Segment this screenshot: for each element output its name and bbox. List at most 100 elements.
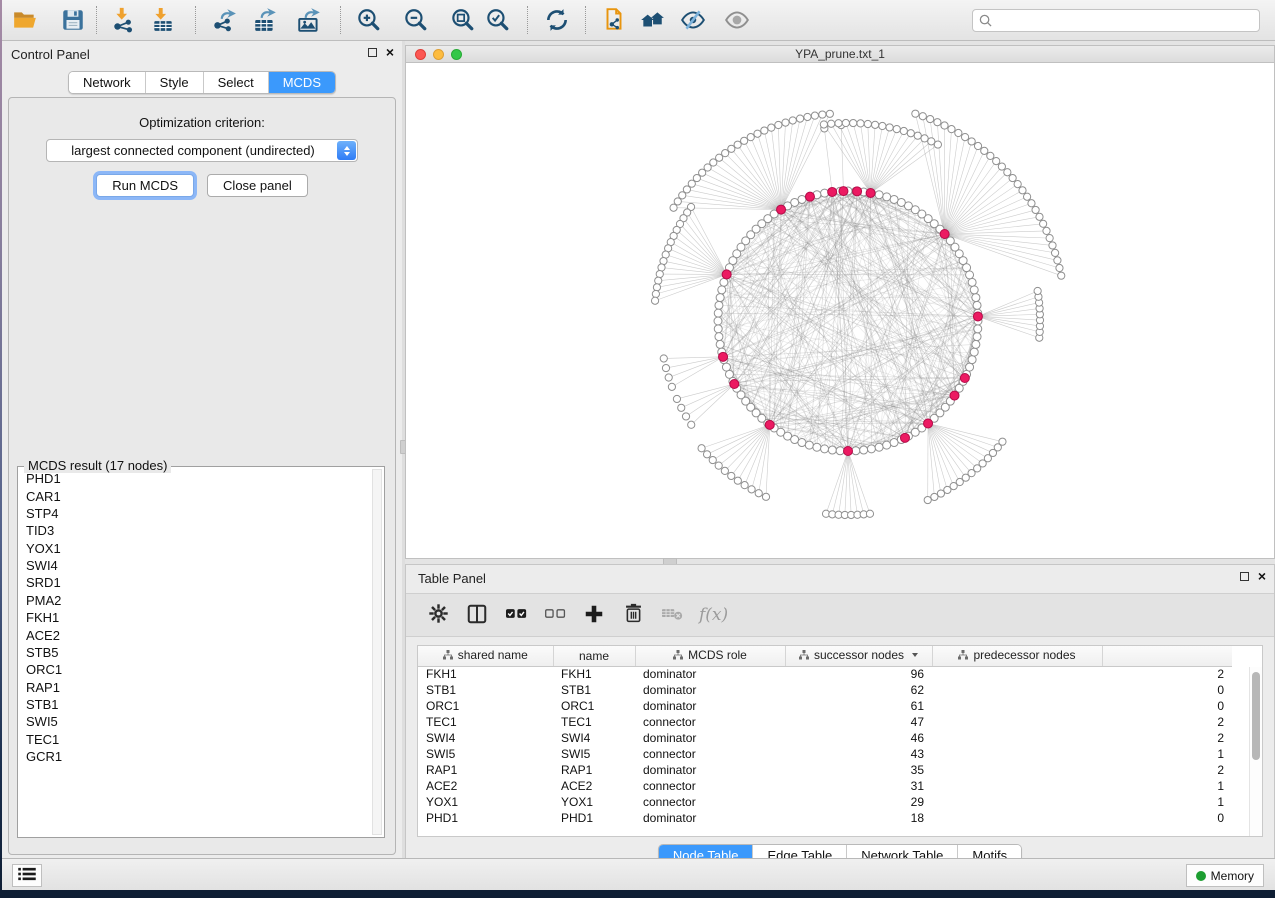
graph-node[interactable] bbox=[789, 117, 796, 124]
graph-node[interactable] bbox=[653, 284, 660, 291]
graph-node[interactable] bbox=[857, 120, 864, 127]
graph-node[interactable] bbox=[820, 121, 827, 128]
table-row[interactable]: PHD1PHD1dominator180 bbox=[418, 810, 1232, 826]
tab-select[interactable]: Select bbox=[204, 72, 269, 93]
zoom-out-icon[interactable] bbox=[401, 7, 429, 35]
graph-node[interactable] bbox=[741, 482, 748, 489]
graph-node[interactable] bbox=[1034, 287, 1041, 294]
mcds-hub-node[interactable] bbox=[950, 391, 959, 400]
graph-node[interactable] bbox=[852, 447, 860, 455]
graph-node[interactable] bbox=[867, 445, 875, 453]
delete-column-icon[interactable] bbox=[621, 603, 645, 627]
graph-node[interactable] bbox=[1028, 200, 1035, 207]
graph-node[interactable] bbox=[1058, 272, 1065, 279]
mcds-result-item[interactable]: CAR1 bbox=[18, 487, 371, 504]
graph-node[interactable] bbox=[775, 121, 782, 128]
graph-node[interactable] bbox=[819, 111, 826, 118]
mcds-hub-node[interactable] bbox=[853, 187, 862, 196]
mcds-hub-node[interactable] bbox=[960, 373, 969, 382]
export-table-icon[interactable] bbox=[251, 7, 279, 35]
graph-node[interactable] bbox=[665, 374, 672, 381]
graph-node[interactable] bbox=[968, 278, 976, 286]
graph-node[interactable] bbox=[720, 278, 728, 286]
mcds-hub-node[interactable] bbox=[940, 230, 949, 239]
graph-node[interactable] bbox=[968, 138, 975, 145]
graph-node[interactable] bbox=[998, 163, 1005, 170]
close-panel-icon[interactable]: × bbox=[1258, 571, 1266, 582]
float-panel-icon[interactable] bbox=[1240, 572, 1249, 581]
mcds-result-item[interactable]: PHD1 bbox=[18, 470, 371, 487]
graph-node[interactable] bbox=[1051, 249, 1058, 256]
mcds-result-item[interactable]: STP4 bbox=[18, 505, 371, 522]
graph-node[interactable] bbox=[673, 395, 680, 402]
graph-node[interactable] bbox=[826, 110, 833, 117]
graph-node[interactable] bbox=[981, 147, 988, 154]
graph-node[interactable] bbox=[651, 297, 658, 304]
graph-node[interactable] bbox=[813, 443, 821, 451]
table-row[interactable]: RAP1RAP1dominator352 bbox=[418, 762, 1232, 778]
mcds-result-item[interactable]: RAP1 bbox=[18, 679, 371, 696]
column-header-MCDS-role[interactable]: MCDS role bbox=[635, 646, 785, 666]
mcds-result-item[interactable]: SRD1 bbox=[18, 574, 371, 591]
mcds-result-item[interactable]: PMA2 bbox=[18, 592, 371, 609]
mcds-result-item[interactable]: ACE2 bbox=[18, 626, 371, 643]
graph-node[interactable] bbox=[754, 130, 761, 137]
mcds-hub-node[interactable] bbox=[777, 205, 786, 214]
graph-node[interactable] bbox=[741, 137, 748, 144]
graph-node[interactable] bbox=[955, 129, 962, 136]
zoom-in-icon[interactable] bbox=[354, 7, 382, 35]
graph-node[interactable] bbox=[893, 125, 900, 132]
maximize-window-icon[interactable] bbox=[451, 49, 462, 60]
graph-node[interactable] bbox=[1040, 220, 1047, 227]
mcds-hub-node[interactable] bbox=[844, 447, 853, 456]
zoom-selected-icon[interactable] bbox=[483, 7, 511, 35]
graph-node[interactable] bbox=[974, 142, 981, 149]
graph-node[interactable] bbox=[914, 132, 921, 139]
graph-node[interactable] bbox=[974, 325, 982, 333]
table-row[interactable]: SWI4SWI4dominator462 bbox=[418, 730, 1232, 746]
graph-node[interactable] bbox=[1014, 181, 1021, 188]
graph-node[interactable] bbox=[912, 110, 919, 117]
graph-node[interactable] bbox=[968, 356, 976, 364]
graph-node[interactable] bbox=[886, 124, 893, 131]
graph-node[interactable] bbox=[1019, 187, 1026, 194]
graph-node[interactable] bbox=[907, 130, 914, 137]
table-row[interactable]: STB1STB1dominator620 bbox=[418, 682, 1232, 698]
graph-node[interactable] bbox=[715, 462, 722, 469]
mcds-result-item[interactable]: FKH1 bbox=[18, 609, 371, 626]
export-image-icon[interactable] bbox=[295, 7, 323, 35]
table-row[interactable]: FKH1FKH1dominator962 bbox=[418, 666, 1232, 682]
column-header-name[interactable]: name bbox=[553, 646, 635, 666]
graph-node[interactable] bbox=[924, 496, 931, 503]
graph-node[interactable] bbox=[716, 294, 724, 302]
graph-node[interactable] bbox=[714, 309, 722, 317]
show-hidden-icon[interactable] bbox=[723, 7, 751, 35]
graph-node[interactable] bbox=[850, 119, 857, 126]
graph-node[interactable] bbox=[948, 126, 955, 133]
graph-node[interactable] bbox=[796, 115, 803, 122]
graph-node[interactable] bbox=[782, 119, 789, 126]
graph-node[interactable] bbox=[682, 413, 689, 420]
tab-mcds[interactable]: MCDS bbox=[269, 72, 335, 93]
graph-node[interactable] bbox=[970, 348, 978, 356]
graph-node[interactable] bbox=[883, 193, 891, 201]
graph-node[interactable] bbox=[734, 141, 741, 148]
mcds-hub-node[interactable] bbox=[828, 187, 837, 196]
tab-network[interactable]: Network bbox=[69, 72, 146, 93]
graph-node[interactable] bbox=[1024, 193, 1031, 200]
graph-node[interactable] bbox=[972, 340, 980, 348]
tab-style[interactable]: Style bbox=[146, 72, 204, 93]
graph-node[interactable] bbox=[703, 451, 710, 458]
settings-gear-icon[interactable] bbox=[426, 603, 450, 627]
mcds-result-item[interactable]: STB1 bbox=[18, 696, 371, 713]
mcds-result-item[interactable]: SWI5 bbox=[18, 713, 371, 730]
graph-node[interactable] bbox=[652, 290, 659, 297]
network-canvas[interactable] bbox=[406, 63, 1274, 558]
graph-node[interactable] bbox=[1009, 174, 1016, 181]
mcds-hub-node[interactable] bbox=[765, 420, 774, 429]
mcds-hub-node[interactable] bbox=[973, 312, 982, 321]
table-row[interactable]: ACE2ACE2connector311 bbox=[418, 778, 1232, 794]
graph-node[interactable] bbox=[821, 445, 829, 453]
minimize-window-icon[interactable] bbox=[433, 49, 444, 60]
clone-network-icon[interactable] bbox=[600, 7, 628, 35]
